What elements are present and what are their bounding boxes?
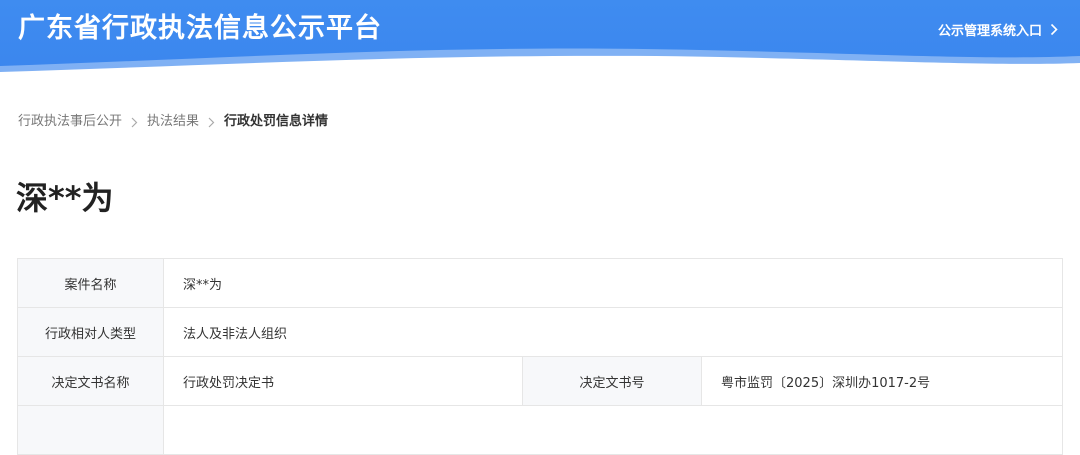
decision-doc-number-label: 决定文书号 — [522, 356, 702, 406]
table-cell-empty — [163, 405, 1063, 455]
breadcrumb-item-current: 行政处罚信息详情 — [224, 114, 329, 129]
decision-doc-name-label: 决定文书名称 — [17, 356, 164, 406]
chevron-right-icon — [1050, 23, 1058, 36]
table-row: 案件名称 深**为 — [17, 258, 1063, 308]
case-name-value: 深**为 — [163, 258, 1063, 308]
portal-entry-label: 公示管理系统入口 — [937, 24, 1042, 39]
decision-doc-name-value: 行政处罚决定书 — [163, 356, 523, 406]
table-row: 决定文书名称 行政处罚决定书 决定文书号 粤市监罚〔2025〕深圳办1017-2… — [17, 356, 1063, 406]
breadcrumb-separator-icon — [131, 117, 138, 128]
site-title: 广东省行政执法信息公示平台 — [18, 13, 382, 44]
decision-doc-number-value: 粤市监罚〔2025〕深圳办1017-2号 — [701, 356, 1063, 406]
portal-entry-link[interactable]: 公示管理系统入口 — [938, 20, 1058, 39]
case-name-label: 案件名称 — [17, 258, 164, 308]
table-row: 行政相对人类型 法人及非法人组织 — [17, 307, 1063, 357]
breadcrumb-item-post-enforcement[interactable]: 行政执法事后公开 — [18, 113, 122, 131]
party-type-value: 法人及非法人组织 — [163, 307, 1063, 357]
page-title: 深**为 — [16, 179, 114, 217]
table-row — [17, 405, 1063, 455]
table-cell-empty — [17, 405, 164, 455]
party-type-label: 行政相对人类型 — [17, 307, 164, 357]
breadcrumb-item-enforcement-results[interactable]: 执法结果 — [147, 113, 199, 131]
breadcrumb: 行政执法事后公开 执法结果 行政处罚信息详情 — [18, 113, 328, 131]
detail-table: 案件名称 深**为 行政相对人类型 法人及非法人组织 决定文书名称 行政处罚决定… — [17, 258, 1063, 455]
breadcrumb-separator-icon — [208, 117, 215, 128]
header-banner: 广东省行政执法信息公示平台 公示管理系统入口 — [0, 0, 1080, 72]
